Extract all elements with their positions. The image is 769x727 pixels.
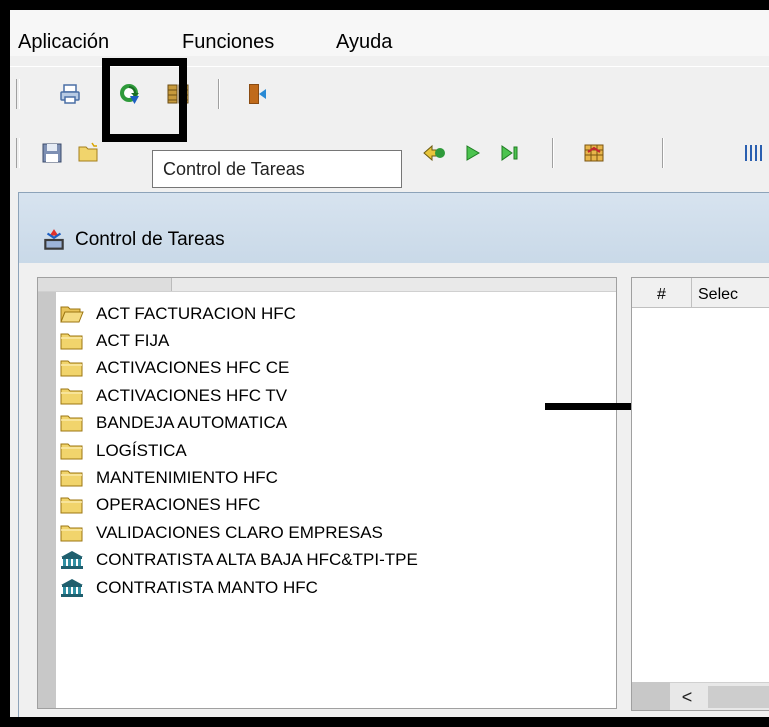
folder-icon [60,415,83,432]
tree-item[interactable]: CONTRATISTA ALTA BAJA HFC&TPI-TPE [60,547,418,574]
tree-item-label: ACT FACTURACION HFC [96,303,296,323]
child-window-title: Control de Tareas [75,229,225,250]
menu-funciones[interactable]: Funciones [182,30,274,54]
columns-icon [745,145,762,161]
tree-item-label: BANDEJA AUTOMATICA [96,413,288,433]
control-tareas-window: Control de Tareas ACT FACTURACION HFC ACT… [18,192,769,717]
tree-item-label: ACTIVACIONES HFC CE [96,358,290,378]
tree-item-label: CONTRATISTA MANTO HFC [96,577,318,597]
folder-icon [60,470,83,487]
back-button[interactable] [418,137,450,169]
play-icon [466,145,480,161]
task-tree-list: ACT FACTURACION HFC ACT FIJA ACTIVACIONES … [60,300,418,601]
tree-item-label: LOGÍSTICA [96,440,187,460]
tree-item[interactable]: ACTIVACIONES HFC TV [60,382,418,409]
save-icon [42,143,62,163]
toolbar-separator [552,138,554,168]
folder-icon [60,443,83,460]
tree-item-label: ACT FIJA [96,331,170,351]
highlight-annotation-box [102,58,187,142]
toolbar-separator [218,79,220,109]
tree-item[interactable]: ACT FACTURACION HFC [60,300,418,327]
transfer-icon [584,144,604,162]
bank-icon [61,578,83,597]
play-end-button[interactable] [494,137,526,169]
toolbar-separator [662,138,664,168]
tree-gutter [38,292,56,708]
tree-item[interactable]: ACTIVACIONES HFC CE [60,355,418,382]
grid-horizontal-scrollbar[interactable]: < [632,682,769,710]
tree-item-label: ACTIVACIONES HFC TV [96,385,288,405]
tree-item-label: OPERACIONES HFC [96,495,261,515]
child-window-titlebar[interactable]: Control de Tareas [19,193,769,263]
back-icon [423,144,445,162]
application-window: Aplicación Funciones Ayuda Control de Ta… [10,10,769,717]
toolbar-grip[interactable] [16,138,20,168]
menu-ayuda[interactable]: Ayuda [336,30,392,54]
tooltip: Control de Tareas [152,150,402,188]
grid-column-number[interactable]: # [632,278,692,308]
bank-icon [61,551,83,570]
tree-item[interactable]: BANDEJA AUTOMATICA [60,410,418,437]
grid-header: # Selec [632,278,769,308]
menu-aplicacion[interactable]: Aplicación [18,30,109,54]
folder-icon [60,497,83,514]
print-button[interactable] [54,78,86,110]
folder-icon [60,333,83,350]
tree-item-label: CONTRATISTA ALTA BAJA HFC&TPI-TPE [96,550,418,570]
play-end-icon [501,145,518,161]
task-tree-panel[interactable]: ACT FACTURACION HFC ACT FIJA ACTIVACIONES … [37,277,617,709]
tree-item[interactable]: LOGÍSTICA [60,437,418,464]
grid-column-select[interactable]: Selec [698,278,738,312]
tree-header-column[interactable] [38,278,172,291]
folder-icon [60,525,83,542]
exit-button[interactable] [240,78,272,110]
tree-header [38,278,616,292]
tree-item[interactable]: VALIDACIONES CLARO EMPRESAS [60,519,418,546]
tree-item[interactable]: CONTRATISTA MANTO HFC [60,574,418,601]
tree-item-label: MANTENIMIENTO HFC [96,468,278,488]
toolbar-grip[interactable] [16,79,20,109]
printer-icon [60,84,80,104]
save-button[interactable] [36,137,68,169]
exit-door-icon [249,84,266,104]
tree-item[interactable]: MANTENIMIENTO HFC [60,464,418,491]
transfer-button[interactable] [578,137,610,169]
menu-bar: Aplicación Funciones Ayuda [10,10,769,56]
open-folder-icon [60,306,84,323]
new-folder-button[interactable] [72,137,104,169]
grid-gutter [632,682,670,710]
tree-item[interactable]: ACT FIJA [60,327,418,354]
tree-item-label: VALIDACIONES CLARO EMPRESAS [96,522,383,542]
scroll-thumb[interactable] [708,686,769,708]
columns-button[interactable] [738,137,769,169]
play-button[interactable] [456,137,488,169]
folder-icon [60,360,83,377]
open-folder-icon [78,142,98,162]
scroll-left-button[interactable]: < [672,683,702,711]
task-control-icon [44,229,64,250]
folder-icon [60,388,83,405]
task-grid-panel[interactable]: # Selec < [631,277,769,711]
tree-item[interactable]: OPERACIONES HFC [60,492,418,519]
